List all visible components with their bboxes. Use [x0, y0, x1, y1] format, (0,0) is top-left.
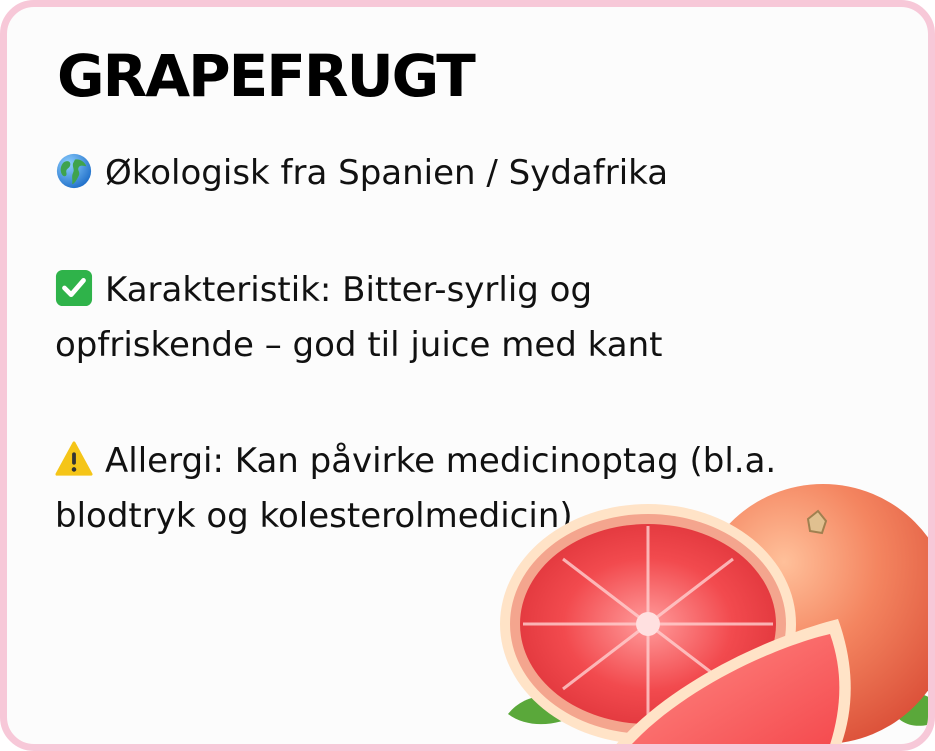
warning-icon	[55, 441, 93, 476]
check-mark-icon	[55, 269, 93, 307]
origin-text: Økologisk fra Spanien / Sydafrika	[105, 153, 669, 193]
grapefruit-card: GRAPEFRUGT Økologisk fra Spanien / Sydaf…	[0, 0, 935, 751]
globe-icon	[56, 153, 92, 189]
characteristic-text-2: opfriskende – god til juice med kant	[55, 325, 663, 365]
origin-line: Økologisk fra Spanien / Sydafrika	[55, 137, 668, 209]
characteristic-text-1: Karakteristik: Bitter-syrlig og	[105, 270, 593, 310]
card-title: GRAPEFRUGT	[57, 42, 476, 110]
grapefruit-image	[500, 484, 928, 744]
characteristic-line-2: opfriskende – god til juice med kant	[55, 309, 662, 381]
